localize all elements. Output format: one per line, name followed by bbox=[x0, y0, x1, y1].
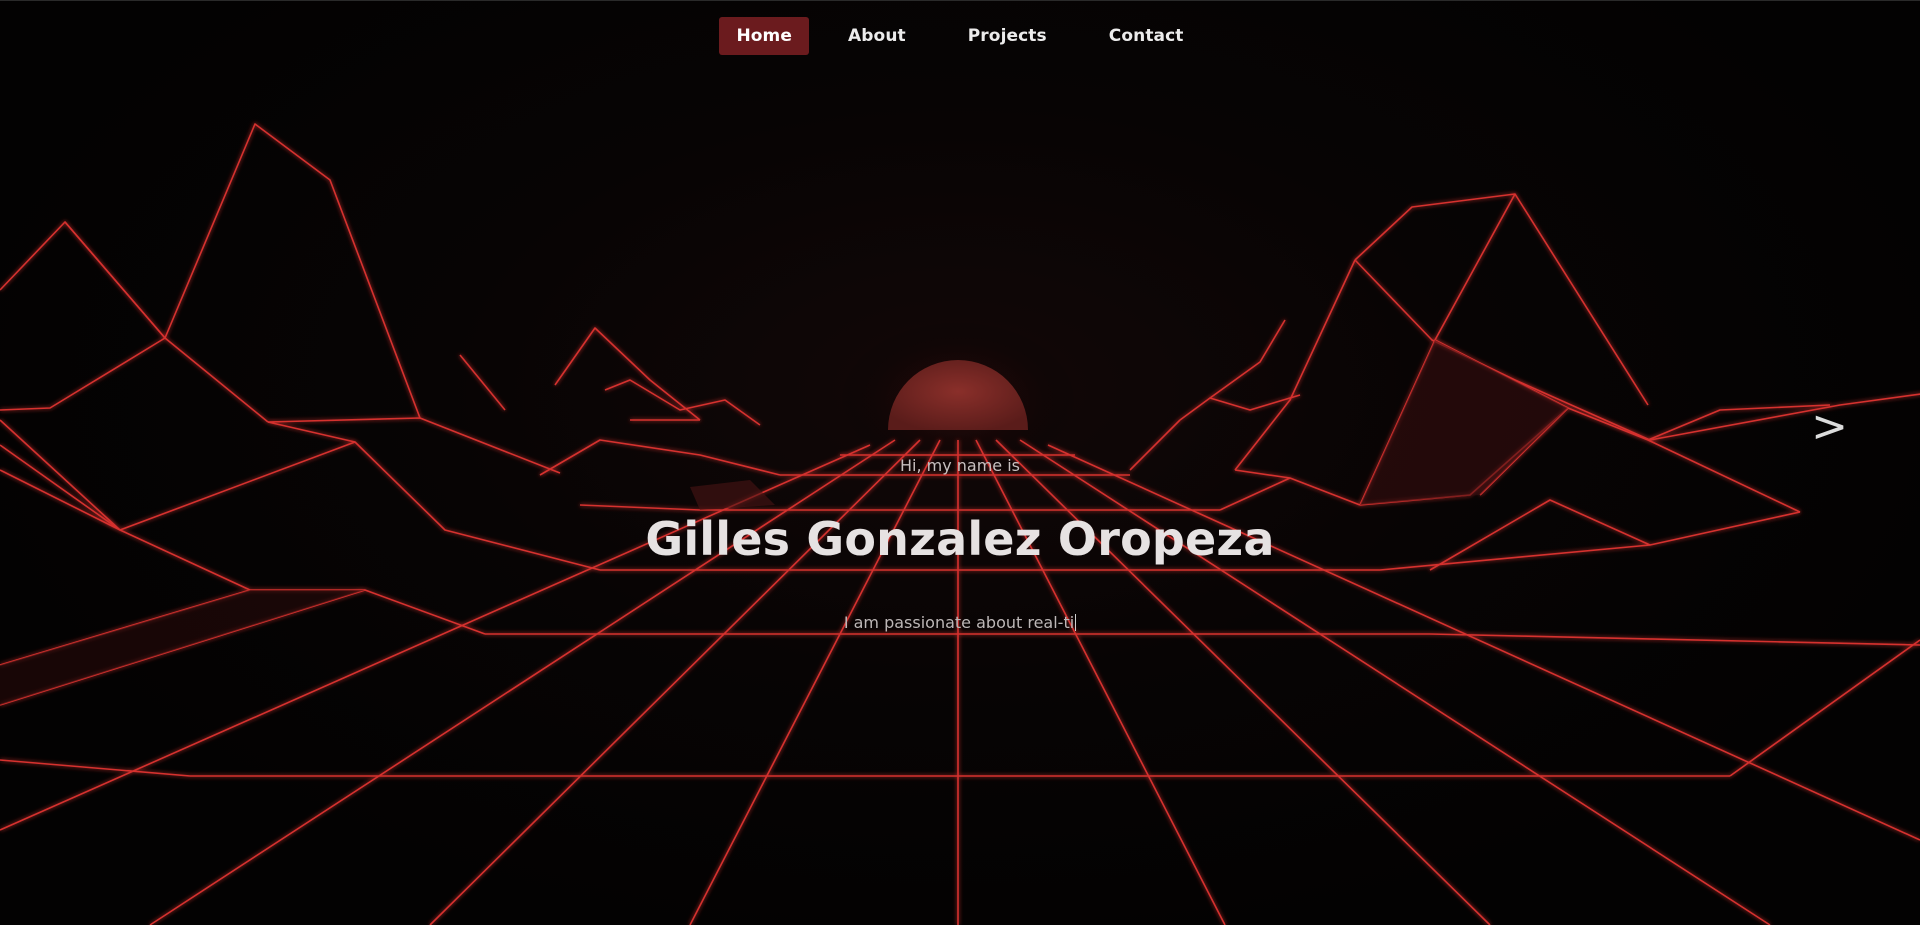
next-slide-arrow[interactable]: > bbox=[1811, 405, 1848, 449]
hero-greeting: Hi, my name is bbox=[899, 456, 1021, 475]
typing-caret bbox=[1075, 614, 1077, 631]
hero-name: Gilles Gonzalez Oropeza bbox=[645, 512, 1275, 566]
main-navigation: Home About Projects Contact bbox=[0, 17, 1920, 55]
nav-home[interactable]: Home bbox=[719, 17, 810, 55]
landing-page: Home About Projects Contact Hi, my name … bbox=[0, 0, 1920, 925]
typewriter-text: I am passionate about real-ti bbox=[843, 613, 1075, 632]
nav-contact[interactable]: Contact bbox=[1092, 17, 1201, 55]
hero-tagline: I am passionate about real-ti bbox=[0, 613, 1920, 632]
nav-projects[interactable]: Projects bbox=[951, 17, 1064, 55]
nav-about[interactable]: About bbox=[831, 17, 923, 55]
